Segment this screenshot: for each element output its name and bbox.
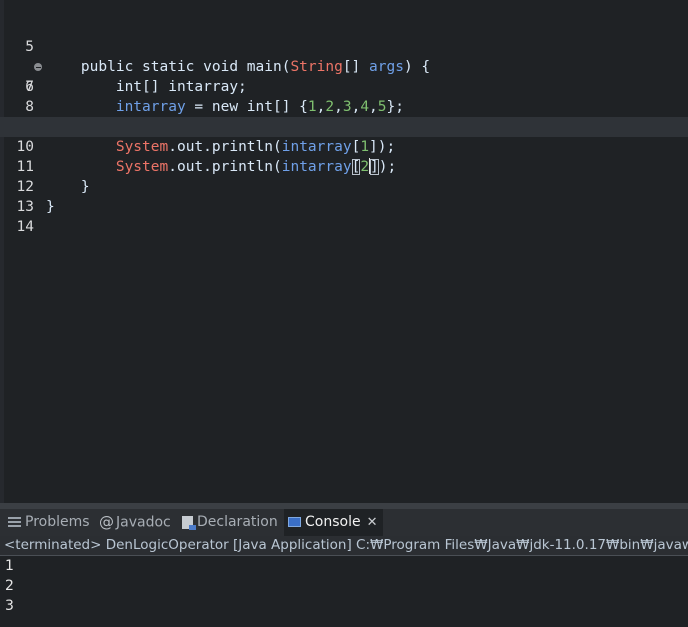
code-line[interactable]: 6 public static void main(String[] args)… xyxy=(0,17,688,95)
tab-label: Javadoc xyxy=(116,514,171,531)
code-line[interactable]: 8 intarray = new int[] {1,2,3,4,5}; xyxy=(0,57,688,115)
code-line[interactable]: 5 xyxy=(0,0,688,55)
problems-icon xyxy=(8,516,21,528)
tab-problems[interactable]: Problems xyxy=(8,509,90,536)
tab-javadoc[interactable]: @ Javadoc xyxy=(99,509,171,536)
console-icon xyxy=(288,517,301,527)
console-output[interactable]: 1 2 3 xyxy=(0,556,688,627)
code-line[interactable]: 9 System.out.println(intarray[0]); xyxy=(0,77,688,135)
console-output-line: 1 xyxy=(5,558,14,574)
declaration-icon xyxy=(182,515,196,530)
tab-console[interactable]: Console ✕ xyxy=(284,509,384,536)
console-output-line: 2 xyxy=(5,578,14,594)
tab-label: Console xyxy=(305,514,361,530)
code-editor[interactable]: 5 6 public static void main(String[] arg… xyxy=(0,0,688,503)
console-status-line: <terminated> DenLogicOperator [Java Appl… xyxy=(0,536,688,555)
tab-declaration[interactable]: Declaration xyxy=(182,509,278,536)
code-line[interactable]: 7 int[] intarray; xyxy=(0,37,688,95)
console-process-label: <terminated> DenLogicOperator [Java Appl… xyxy=(4,537,688,553)
at-icon: @ xyxy=(99,513,114,531)
code-line-current[interactable]: 11 System.out.println(intarray[2]); xyxy=(0,117,688,177)
code-line[interactable]: 13 } xyxy=(0,157,688,215)
bottom-panel-tabbar: Problems @ Javadoc Declaration Console ✕ xyxy=(0,509,688,536)
code-line[interactable]: 14 xyxy=(0,177,688,235)
close-icon[interactable]: ✕ xyxy=(367,509,378,536)
code-text[interactable]: } xyxy=(46,197,55,217)
tab-label: Declaration xyxy=(197,514,278,530)
code-line[interactable]: 12 } xyxy=(0,137,688,195)
console-output-line: 3 xyxy=(5,598,14,614)
tab-label: Problems xyxy=(25,514,90,530)
code-line[interactable]: 10 System.out.println(intarray[1]); xyxy=(0,97,688,155)
line-number: 14 xyxy=(16,219,34,235)
